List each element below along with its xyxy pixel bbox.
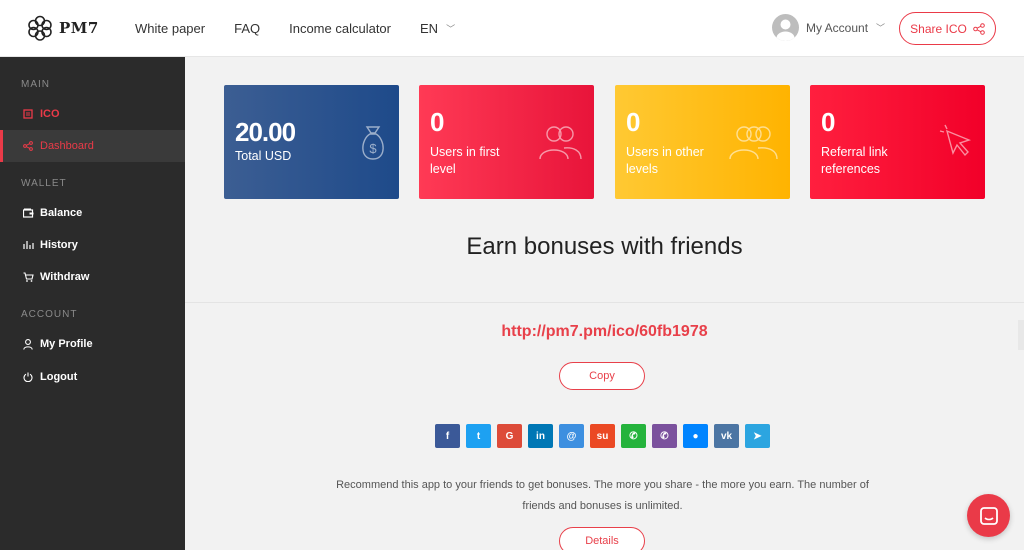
stumbleupon-share-button[interactable]: su xyxy=(590,424,615,448)
messenger-icon: ● xyxy=(692,430,699,442)
chat-icon xyxy=(979,506,998,525)
google-share-button[interactable]: G xyxy=(497,424,522,448)
card-label: Users in other levels xyxy=(626,145,704,176)
linkedin-share-button[interactable]: in xyxy=(528,424,553,448)
money-bag-icon: $ xyxy=(362,126,384,160)
nav-white-paper[interactable]: White paper xyxy=(135,21,205,36)
wallet-icon xyxy=(22,207,34,219)
sidebar: MAIN ICO Dashboard WALLET Balance Histor… xyxy=(0,57,185,550)
sidebar-section-account: ACCOUNT xyxy=(21,309,78,320)
brand-name: PM7 xyxy=(59,19,99,37)
sidebar-item-label: History xyxy=(40,239,78,251)
power-icon xyxy=(22,371,34,383)
sidebar-item-label: My Profile xyxy=(40,338,93,350)
ico-icon xyxy=(22,108,34,120)
share-icon xyxy=(22,140,34,152)
earn-bonuses-title: Earn bonuses with friends xyxy=(466,233,743,260)
recommend-text: Recommend this app to your friends to ge… xyxy=(336,479,869,512)
telegram-icon: ➤ xyxy=(753,430,762,442)
email-share-button[interactable]: @ xyxy=(559,424,584,448)
sidebar-item-withdraw[interactable]: Withdraw xyxy=(0,261,185,293)
avatar xyxy=(772,14,799,41)
whatsapp-icon: ✆ xyxy=(629,430,638,442)
share-ico-button[interactable]: Share ICO xyxy=(899,12,996,45)
social-share-bar: f t G in @ su ✆ ✆ ● vk ➤ xyxy=(435,424,776,448)
copy-button[interactable]: Copy xyxy=(559,362,645,390)
email-icon: @ xyxy=(566,430,577,442)
linkedin-icon: in xyxy=(536,430,545,442)
top-header: PM7 White paper FAQ Income calculator EN… xyxy=(0,0,1024,57)
sidebar-item-label: Logout xyxy=(40,371,78,383)
sidebar-item-label: Balance xyxy=(40,207,83,219)
cart-icon xyxy=(22,271,34,283)
telegram-share-button[interactable]: ➤ xyxy=(745,424,770,448)
account-label: My Account xyxy=(806,20,869,35)
scrollbar-thumb[interactable] xyxy=(1018,320,1024,350)
chevron-down-icon: ﹀ xyxy=(876,23,886,33)
stumbleupon-icon: su xyxy=(596,430,609,442)
sidebar-item-dashboard[interactable]: Dashboard xyxy=(0,130,185,162)
nav-faq[interactable]: FAQ xyxy=(234,21,260,36)
sidebar-item-label: Dashboard xyxy=(40,140,94,152)
section-divider xyxy=(185,302,1024,303)
share-ico-label: Share ICO xyxy=(910,21,967,36)
nav-income-calculator[interactable]: Income calculator xyxy=(289,21,391,36)
sidebar-item-ico[interactable]: ICO xyxy=(0,98,185,130)
twitter-icon: t xyxy=(476,430,481,442)
sidebar-item-balance[interactable]: Balance xyxy=(0,197,185,229)
main-nav: White paper FAQ Income calculator EN ﹀ xyxy=(135,21,455,36)
sidebar-section-main: MAIN xyxy=(21,79,50,90)
facebook-icon: f xyxy=(445,430,450,442)
whatsapp-share-button[interactable]: ✆ xyxy=(621,424,646,448)
share-icon xyxy=(973,22,985,35)
sidebar-item-label: Withdraw xyxy=(40,271,90,283)
referral-link[interactable]: http://pm7.pm/ico/60fb1978 xyxy=(185,323,1024,341)
user-avatar-icon xyxy=(776,19,795,41)
messenger-share-button[interactable]: ● xyxy=(683,424,708,448)
google-icon: G xyxy=(505,430,514,442)
users-icon xyxy=(539,126,582,160)
chat-launcher-button[interactable] xyxy=(967,494,1010,537)
sidebar-item-my-profile[interactable]: My Profile xyxy=(0,328,185,360)
cursor-click-icon xyxy=(939,124,972,157)
language-label: EN xyxy=(420,20,439,36)
vk-share-button[interactable]: vk xyxy=(714,424,739,448)
main-content: 20.00 Total USD $ 0 Users in first level… xyxy=(185,57,1024,550)
sidebar-item-logout[interactable]: Logout xyxy=(0,361,185,393)
vk-icon: vk xyxy=(720,430,733,442)
flower-logo-icon xyxy=(28,15,52,41)
twitter-share-button[interactable]: t xyxy=(466,424,491,448)
viber-share-button[interactable]: ✆ xyxy=(652,424,677,448)
facebook-share-button[interactable]: f xyxy=(435,424,460,448)
card-label: Users in first level xyxy=(430,145,500,176)
referral-references-card: 0 Referral link references xyxy=(810,85,985,199)
group-icon xyxy=(729,126,778,160)
users-other-levels-card: 0 Users in other levels xyxy=(615,85,790,199)
sidebar-item-label: ICO xyxy=(40,108,60,120)
brand-logo[interactable]: PM7 xyxy=(27,15,135,41)
sidebar-section-wallet: WALLET xyxy=(21,178,67,189)
card-label: Referral link references xyxy=(821,145,888,176)
svg-text:$: $ xyxy=(369,141,377,156)
language-selector[interactable]: EN ﹀ xyxy=(420,21,455,36)
total-usd-card: 20.00 Total USD $ xyxy=(224,85,399,199)
chart-icon xyxy=(22,239,34,251)
chevron-down-icon: ﹀ xyxy=(446,23,456,34)
viber-icon: ✆ xyxy=(660,430,669,442)
users-first-level-card: 0 Users in first level xyxy=(419,85,594,199)
user-icon xyxy=(22,338,34,350)
account-menu[interactable]: My Account ﹀ xyxy=(772,14,885,41)
details-button[interactable]: Details xyxy=(559,527,645,550)
sidebar-item-history[interactable]: History xyxy=(0,229,185,261)
